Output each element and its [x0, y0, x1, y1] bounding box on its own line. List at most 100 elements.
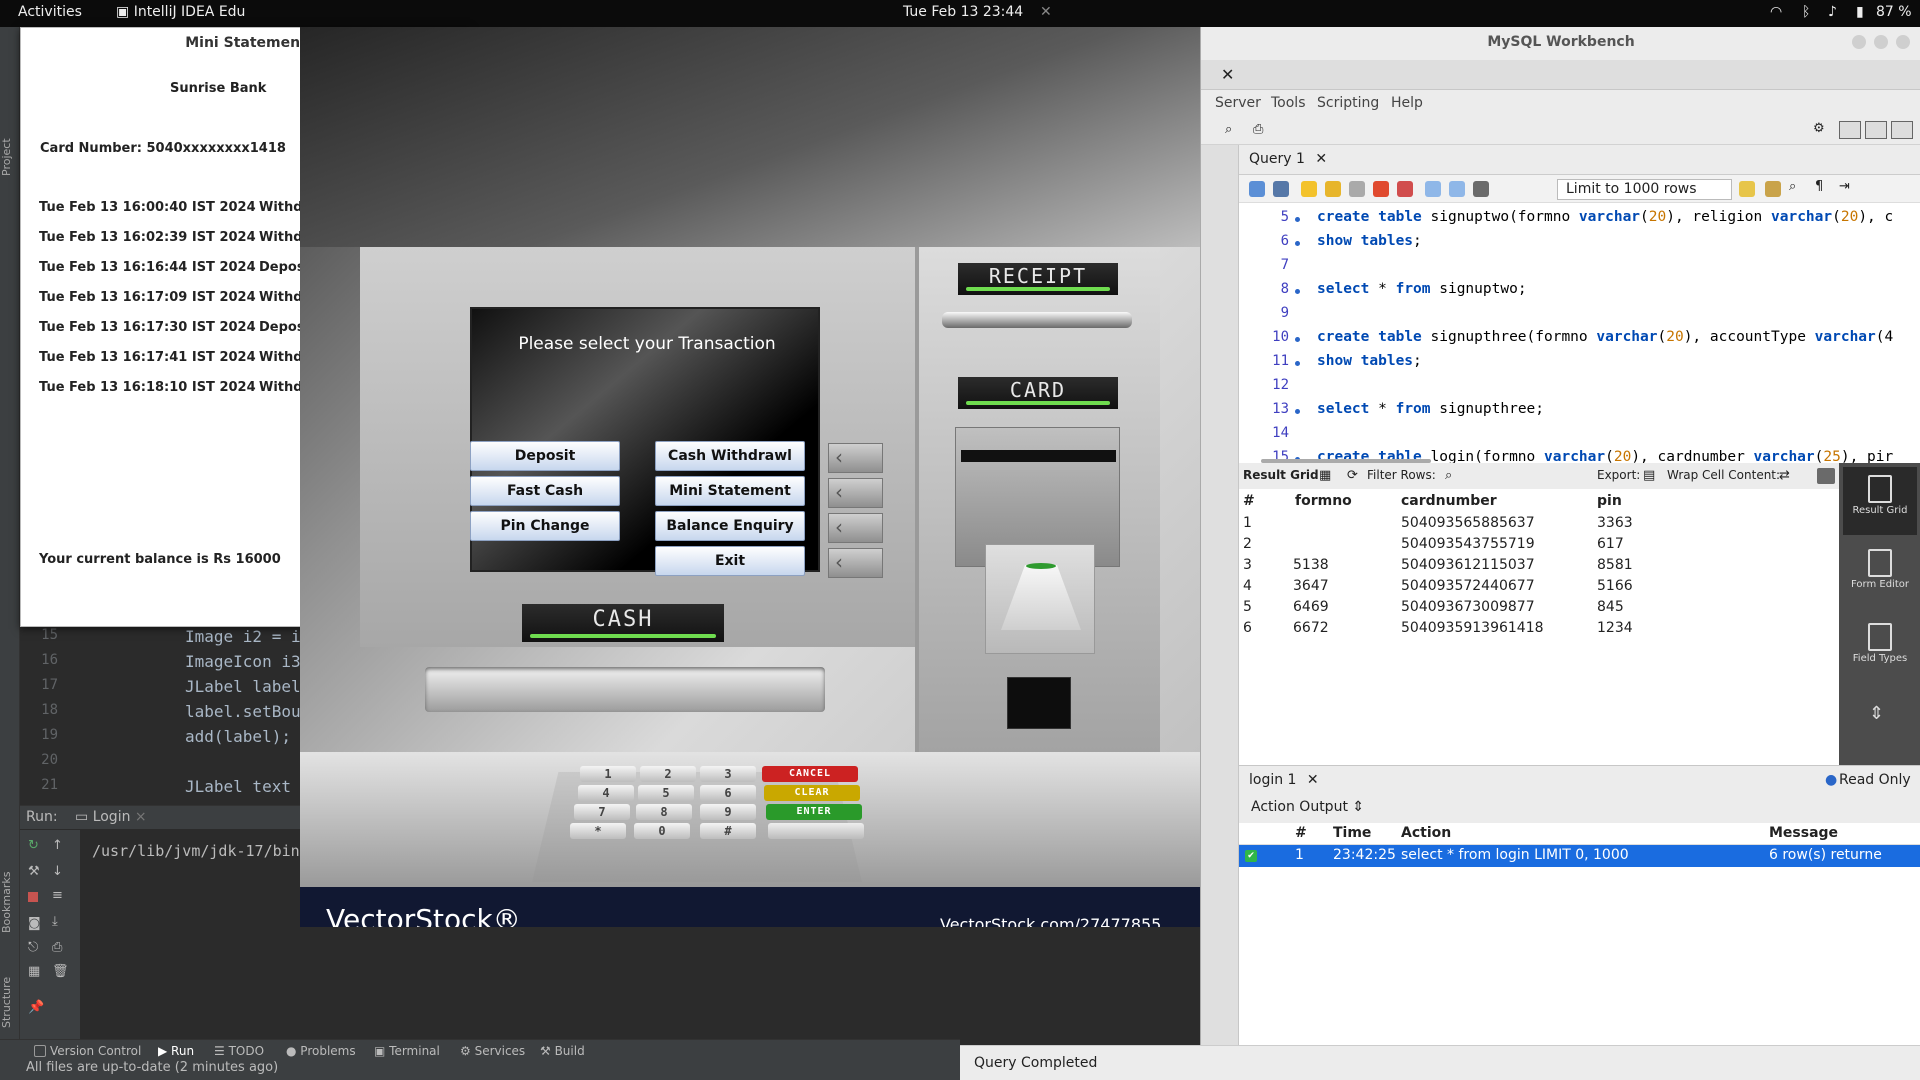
action-output-table[interactable]: # Time Action Message ✔ 1 23:42:25 selec…	[1239, 823, 1920, 1071]
fast-cash-button[interactable]: Fast Cash	[470, 476, 620, 506]
beautify-icon[interactable]	[1739, 181, 1755, 197]
execute-current-icon[interactable]	[1325, 181, 1341, 197]
table-row[interactable]: 3 5138 504093612115037 8581	[1239, 555, 1639, 576]
balance-enquiry-button[interactable]: Balance Enquiry	[655, 511, 805, 541]
structure-tool-button[interactable]: Structure	[0, 962, 20, 1042]
result-grid[interactable]: # formno cardnumber pin 1 504093565885637…	[1239, 489, 1839, 765]
bluetooth-icon[interactable]: ᛒ	[1802, 4, 1810, 20]
tab-login-1[interactable]: login 1 ✕	[1249, 772, 1319, 788]
rerun-icon[interactable]: ↻	[28, 838, 39, 853]
reconnect-icon[interactable]: ⎙	[1253, 122, 1263, 137]
toggle-output-icon[interactable]	[1865, 121, 1887, 139]
tab-problems[interactable]: ● Problems	[286, 1044, 356, 1058]
code-editor[interactable]: 15 Image i2 = i1 16 ImageIcon i3 17 JLabel …	[20, 627, 310, 827]
menu-help[interactable]: Help	[1391, 95, 1423, 111]
trash-icon[interactable]: 🗑	[52, 964, 69, 979]
menu-server[interactable]: Server	[1215, 95, 1261, 111]
column-header[interactable]: formno	[1295, 493, 1352, 509]
close-button[interactable]	[1896, 35, 1910, 49]
maximize-button[interactable]	[1874, 35, 1888, 49]
wifi-icon[interactable]: ◠	[1770, 4, 1782, 20]
camera-icon[interactable]: ◙	[28, 916, 41, 931]
toggle-error-icon[interactable]	[1397, 181, 1413, 197]
layout-icon[interactable]: ▦	[28, 964, 40, 979]
table-row[interactable]: 6 6672 5040935913961418 1234	[1239, 618, 1639, 639]
sql-editor[interactable]: 5 create table signuptwo(formno varchar(2…	[1239, 203, 1920, 463]
export-icon[interactable]: ▤	[1643, 468, 1655, 483]
chevron-updown-icon[interactable]: ⇕	[1869, 703, 1884, 724]
app-menu[interactable]: ▣ IntelliJ IDEA Edu	[116, 4, 245, 20]
run-tab-login[interactable]: ▭ Login ×	[75, 809, 147, 825]
battery-icon[interactable]: ▮	[1856, 4, 1864, 20]
exit-icon[interactable]: ⎋	[28, 940, 38, 955]
column-header[interactable]: cardnumber	[1401, 493, 1497, 509]
close-icon[interactable]: ✕	[1307, 772, 1319, 788]
table-row[interactable]: 1 504093565885637 3363	[1239, 513, 1639, 534]
activities-button[interactable]: Activities	[18, 4, 82, 20]
toggle-secondary-icon[interactable]	[1891, 121, 1913, 139]
mini-statement-button[interactable]: Mini Statement	[655, 476, 805, 506]
brush-icon[interactable]	[1765, 181, 1781, 197]
column-header[interactable]: #	[1243, 493, 1255, 509]
volume-icon[interactable]: ♪	[1828, 4, 1837, 20]
cash-withdrawl-button[interactable]: Cash Withdrawl	[655, 441, 805, 471]
bookmarks-tool-button[interactable]: Bookmarks	[0, 857, 20, 947]
panel-toggle-icon[interactable]	[1817, 468, 1835, 484]
tab-run[interactable]: ▶ Run	[158, 1044, 194, 1058]
result-grid-side-button[interactable]: Result Grid	[1843, 467, 1917, 535]
scroll-up-icon[interactable]: ↑	[52, 838, 63, 853]
table-row[interactable]: 4 3647 504093572440677 5166	[1239, 576, 1639, 597]
tab-query-1[interactable]: Query 1 ✕	[1249, 151, 1327, 167]
menu-tools[interactable]: Tools	[1271, 95, 1306, 111]
search-icon[interactable]: ⌕	[1445, 468, 1452, 483]
open-file-icon[interactable]	[1249, 181, 1265, 197]
tab-todo[interactable]: ☰ TODO	[214, 1044, 264, 1058]
stop-icon[interactable]	[1373, 181, 1389, 197]
tab-services[interactable]: ⚙ Services	[460, 1044, 525, 1058]
action-output-select[interactable]: Action Output ⇕	[1251, 799, 1364, 815]
wrap-icon[interactable]: ⇄	[1779, 468, 1790, 483]
explain-icon[interactable]	[1349, 181, 1365, 197]
refresh-icon[interactable]: ⟳	[1347, 468, 1358, 483]
menu-scripting[interactable]: Scripting	[1317, 95, 1379, 111]
column-header[interactable]: pin	[1597, 493, 1622, 509]
invisible-chars-icon[interactable]: ¶	[1815, 179, 1823, 194]
field-types-side-button[interactable]: Field Types	[1843, 615, 1917, 683]
toggle-sidebar-icon[interactable]	[1839, 121, 1861, 139]
grid-icon[interactable]: ▦	[1319, 468, 1331, 483]
tab-terminal[interactable]: ▣ Terminal	[374, 1044, 440, 1058]
table-row[interactable]: 2 504093543755719 617	[1239, 534, 1639, 555]
action-output-row[interactable]: ✔ 1 23:42:25 select * from login LIMIT 0…	[1239, 845, 1920, 867]
form-editor-side-button[interactable]: Form Editor	[1843, 541, 1917, 609]
execute-icon[interactable]	[1301, 181, 1317, 197]
save-icon[interactable]	[1273, 181, 1289, 197]
rollback-icon[interactable]	[1449, 181, 1465, 197]
pin-icon[interactable]: 📌	[28, 1000, 44, 1015]
project-tool-button[interactable]: Project	[0, 117, 20, 197]
limit-rows-select[interactable]: Limit to 1000 rows	[1557, 179, 1732, 200]
tab-version-control[interactable]: Version Control	[34, 1044, 141, 1058]
pin-change-button[interactable]: Pin Change	[470, 511, 620, 541]
wrench-icon[interactable]: ⚒	[28, 864, 40, 879]
exit-button[interactable]: Exit	[655, 546, 805, 576]
clock[interactable]: Tue Feb 13 23:44	[903, 4, 1023, 20]
autocommit-icon[interactable]	[1473, 181, 1489, 197]
find-icon[interactable]: ⌕	[1789, 179, 1796, 194]
soft-wrap-icon[interactable]: ≡	[52, 888, 63, 903]
wrap-lines-icon[interactable]: ⇥	[1839, 179, 1850, 194]
run-console-output[interactable]: /usr/lib/jvm/jdk-17/bin	[92, 842, 300, 860]
tab-build[interactable]: ⚒ Build	[540, 1044, 585, 1058]
close-connection-icon[interactable]: ✕	[1221, 65, 1234, 84]
scroll-down-icon[interactable]: ↓	[52, 864, 63, 879]
close-icon[interactable]: ×	[135, 809, 147, 825]
print-icon[interactable]: ⎙	[52, 940, 62, 955]
table-row[interactable]: 5 6469 504093673009877 845	[1239, 597, 1639, 618]
stop-icon[interactable]	[28, 892, 38, 902]
minimize-button[interactable]	[1852, 35, 1866, 49]
settings-icon[interactable]: ⚙	[1813, 121, 1825, 136]
close-icon[interactable]: ✕	[1315, 151, 1327, 167]
scroll-to-end-icon[interactable]: ⤓	[52, 914, 58, 929]
inspector-icon[interactable]: ⌕	[1225, 122, 1232, 137]
deposit-button[interactable]: Deposit	[470, 441, 620, 471]
commit-icon[interactable]	[1425, 181, 1441, 197]
